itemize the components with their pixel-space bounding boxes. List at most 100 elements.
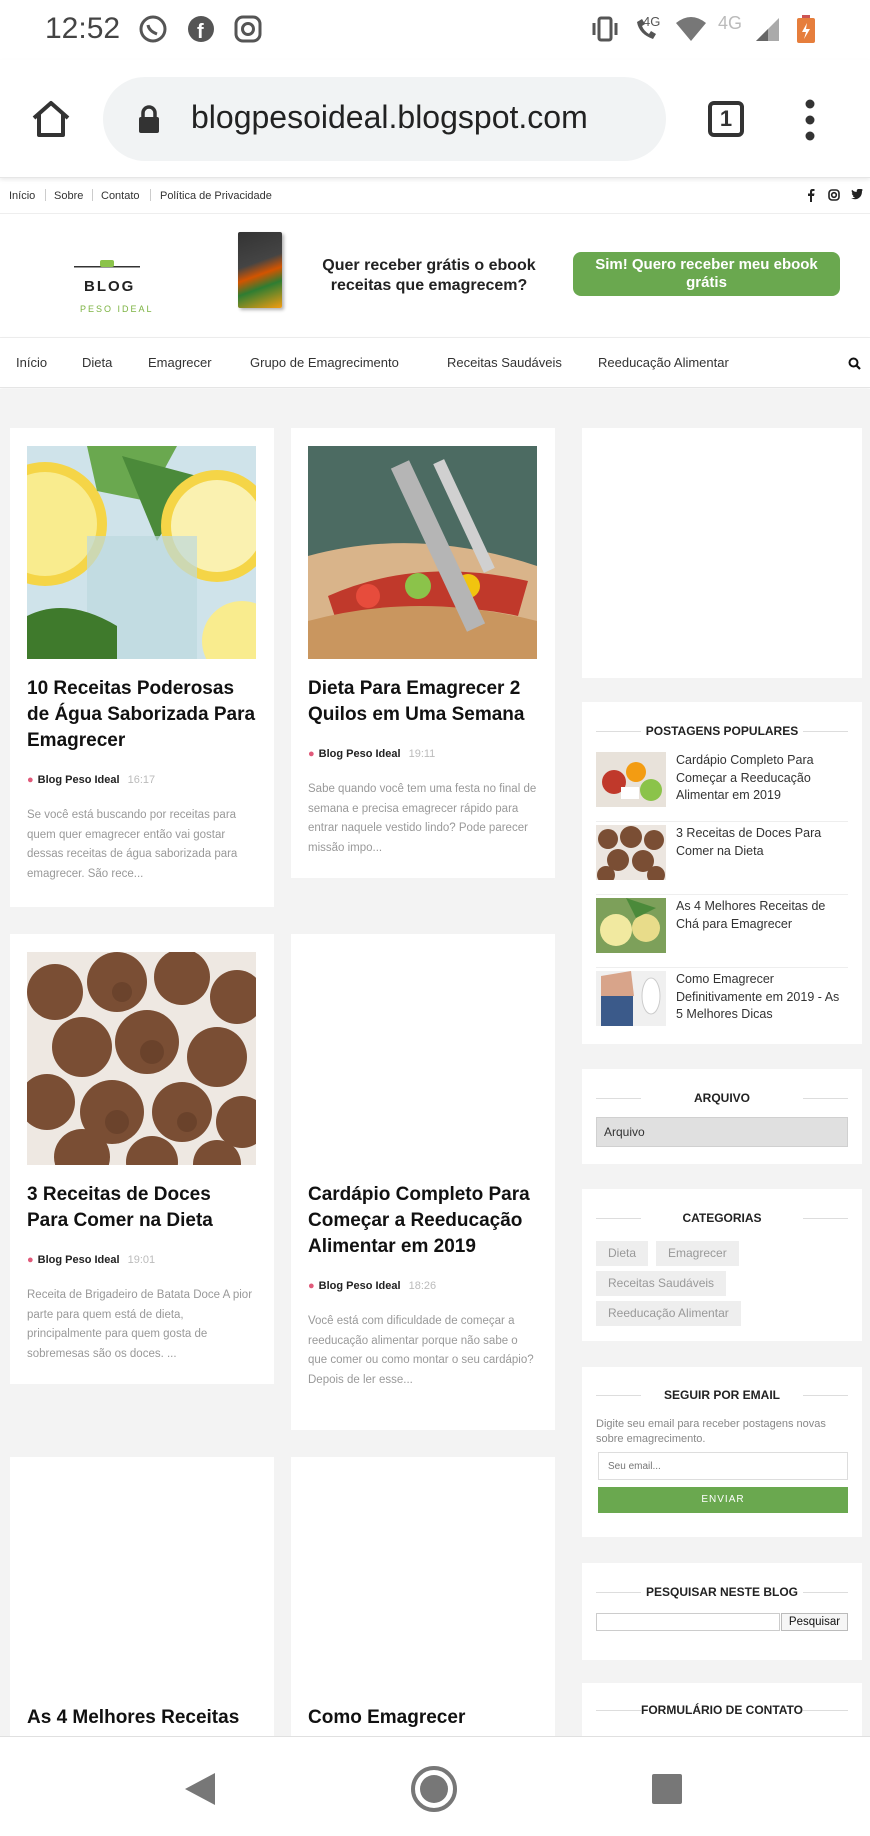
instagram-icon[interactable] [828,189,840,201]
user-icon: ● [27,1254,34,1266]
nav-item-grupo[interactable]: Grupo de Emagrecimento [250,355,399,370]
recents-icon[interactable] [650,1772,684,1806]
network-label: 4G [718,13,743,33]
main-nav: Início Dieta Emagrecer Grupo de Emagreci… [0,338,870,388]
home-circle-icon[interactable] [410,1765,458,1813]
popular-posts-widget: POSTAGENS POPULARES Cardápio Completo Pa… [582,702,862,1044]
tab-switcher-button[interactable]: 1 [708,101,744,137]
widget-title: PESQUISAR NESTE BLOG [596,1585,848,1599]
popular-post-title: Como Emagrecer Definitivamente em 2019 -… [676,972,840,1021]
post-card: 10 Receitas Poderosas de Água Saborizada… [10,428,274,907]
widget-title: CATEGORIAS [596,1211,848,1225]
ebook-cta-button[interactable]: Sim! Quero receber meu ebook grátis [573,252,840,296]
url-text: blogpesoideal.blogspot.com [191,99,588,135]
post-thumbnail[interactable] [27,952,256,1165]
browser-toolbar: blogpesoideal.blogspot.com 1 [0,60,870,178]
nav-item-reeducacao[interactable]: Reeducação Alimentar [598,355,729,370]
post-card: Como Emagrecer [291,1457,555,1736]
post-title[interactable]: 10 Receitas Poderosas de Água Saborizada… [27,676,257,754]
popular-post-item[interactable]: 3 Receitas de Doces Para Comer na Dieta [596,825,848,895]
post-card: Cardápio Completo Para Começar a Reeduca… [291,934,555,1430]
post-time: 16:17 [127,774,156,786]
post-time: 19:11 [408,748,436,760]
wifi-icon [676,17,706,41]
search-input[interactable] [596,1613,780,1631]
post-title[interactable]: Cardápio Completo Para Começar a Reeduca… [308,1182,538,1260]
post-author[interactable]: Blog Peso Ideal [38,774,120,786]
archive-select[interactable]: Arquivo [596,1117,848,1147]
logo-scale-icon [74,260,140,268]
nav-item-inicio[interactable]: Início [16,355,47,370]
popular-post-item[interactable]: Como Emagrecer Definitivamente em 2019 -… [596,971,848,1041]
post-card: As 4 Melhores Receitas [10,1457,274,1736]
top-link-sobre[interactable]: Sobre [54,190,83,202]
top-link-contato[interactable]: Contato [101,190,140,202]
post-author[interactable]: Blog Peso Ideal [38,1254,120,1266]
category-chip[interactable]: Receitas Saudáveis [596,1271,727,1296]
nav-item-dieta[interactable]: Dieta [82,355,112,370]
more-options-icon[interactable] [800,98,820,142]
popular-post-thumbnail [596,898,666,953]
email-submit-button[interactable]: ENVIAR [598,1487,848,1513]
post-thumbnail[interactable] [27,446,256,659]
post-excerpt: Se você está buscando por receitas para … [27,809,238,880]
system-navigation-bar [0,1736,870,1836]
top-link-privacidade[interactable]: Política de Privacidade [160,190,272,202]
post-meta: ● Blog Peso Ideal 19:01 [27,1254,155,1266]
widget-title: SEGUIR POR EMAIL [596,1388,848,1402]
instagram-icon [234,15,262,43]
post-title[interactable]: Como Emagrecer [308,1705,538,1731]
user-icon: ● [308,1280,315,1292]
post-title[interactable]: As 4 Melhores Receitas [27,1705,257,1731]
popular-post-title: 3 Receitas de Doces Para Comer na Dieta [676,826,822,858]
popular-post-item[interactable]: Cardápio Completo Para Começar a Reeduca… [596,752,848,822]
post-title[interactable]: 3 Receitas de Doces Para Comer na Dieta [27,1182,257,1234]
svg-text:f: f [197,21,204,43]
post-author[interactable]: Blog Peso Ideal [319,1280,401,1292]
popular-post-title: Cardápio Completo Para Começar a Reeduca… [676,753,814,802]
top-link-inicio[interactable]: Início [9,190,35,202]
address-bar[interactable]: blogpesoideal.blogspot.com [103,77,666,161]
popular-post-item[interactable]: As 4 Melhores Receitas de Chá para Emagr… [596,898,848,968]
ad-slot [582,428,862,678]
twitter-icon[interactable] [851,189,863,200]
category-chip[interactable]: Reeducação Alimentar [596,1301,741,1326]
category-chip[interactable]: Dieta [596,1241,649,1266]
archive-widget: ARQUIVO Arquivo [582,1069,862,1164]
vibrate-icon [592,16,618,42]
categories-widget: CATEGORIAS Dieta Emagrecer Receitas Saud… [582,1189,862,1341]
popular-post-thumbnail [596,825,666,880]
nav-item-receitas[interactable]: Receitas Saudáveis [447,355,562,370]
home-icon[interactable] [30,98,72,140]
lock-icon [139,105,159,133]
search-widget: PESQUISAR NESTE BLOG Pesquisar [582,1563,862,1660]
facebook-icon: f [188,16,214,43]
email-input[interactable] [598,1452,848,1480]
back-icon[interactable] [183,1771,217,1807]
popular-post-title: As 4 Melhores Receitas de Chá para Emagr… [676,899,826,931]
facebook-icon[interactable] [807,189,815,202]
popular-post-thumbnail [596,752,666,807]
status-bar: 12:52 f 4G 4G [0,0,870,60]
post-thumbnail[interactable] [308,446,537,659]
user-icon: ● [308,748,315,760]
post-time: 18:26 [408,1280,437,1292]
search-icon[interactable] [848,357,861,370]
nav-item-emagrecer[interactable]: Emagrecer [148,355,212,370]
site-header: BLOG PESO IDEAL Quer receber grátis o eb… [0,214,870,338]
battery-icon [797,15,815,43]
email-description: Digite seu email para receber postagens … [596,1418,826,1445]
ebook-question: Quer receber grátis o ebook receitas que… [322,257,536,294]
contact-widget: FORMULÁRIO DE CONTATO [582,1683,862,1736]
signal-icon [756,18,779,41]
email-subscribe-widget: SEGUIR POR EMAIL Digite seu email para r… [582,1367,862,1537]
post-author[interactable]: Blog Peso Ideal [319,748,401,760]
widget-title: FORMULÁRIO DE CONTATO [596,1703,848,1717]
post-card: 3 Receitas de Doces Para Comer na Dieta … [10,934,274,1384]
post-title[interactable]: Dieta Para Emagrecer 2 Quilos em Uma Sem… [308,676,538,728]
post-meta: ● Blog Peso Ideal 19:11 [308,748,435,760]
search-button[interactable]: Pesquisar [781,1613,848,1631]
widget-title: ARQUIVO [596,1091,848,1105]
post-excerpt: Você está com dificuldade de começar a r… [308,1315,534,1386]
category-chip[interactable]: Emagrecer [656,1241,739,1266]
